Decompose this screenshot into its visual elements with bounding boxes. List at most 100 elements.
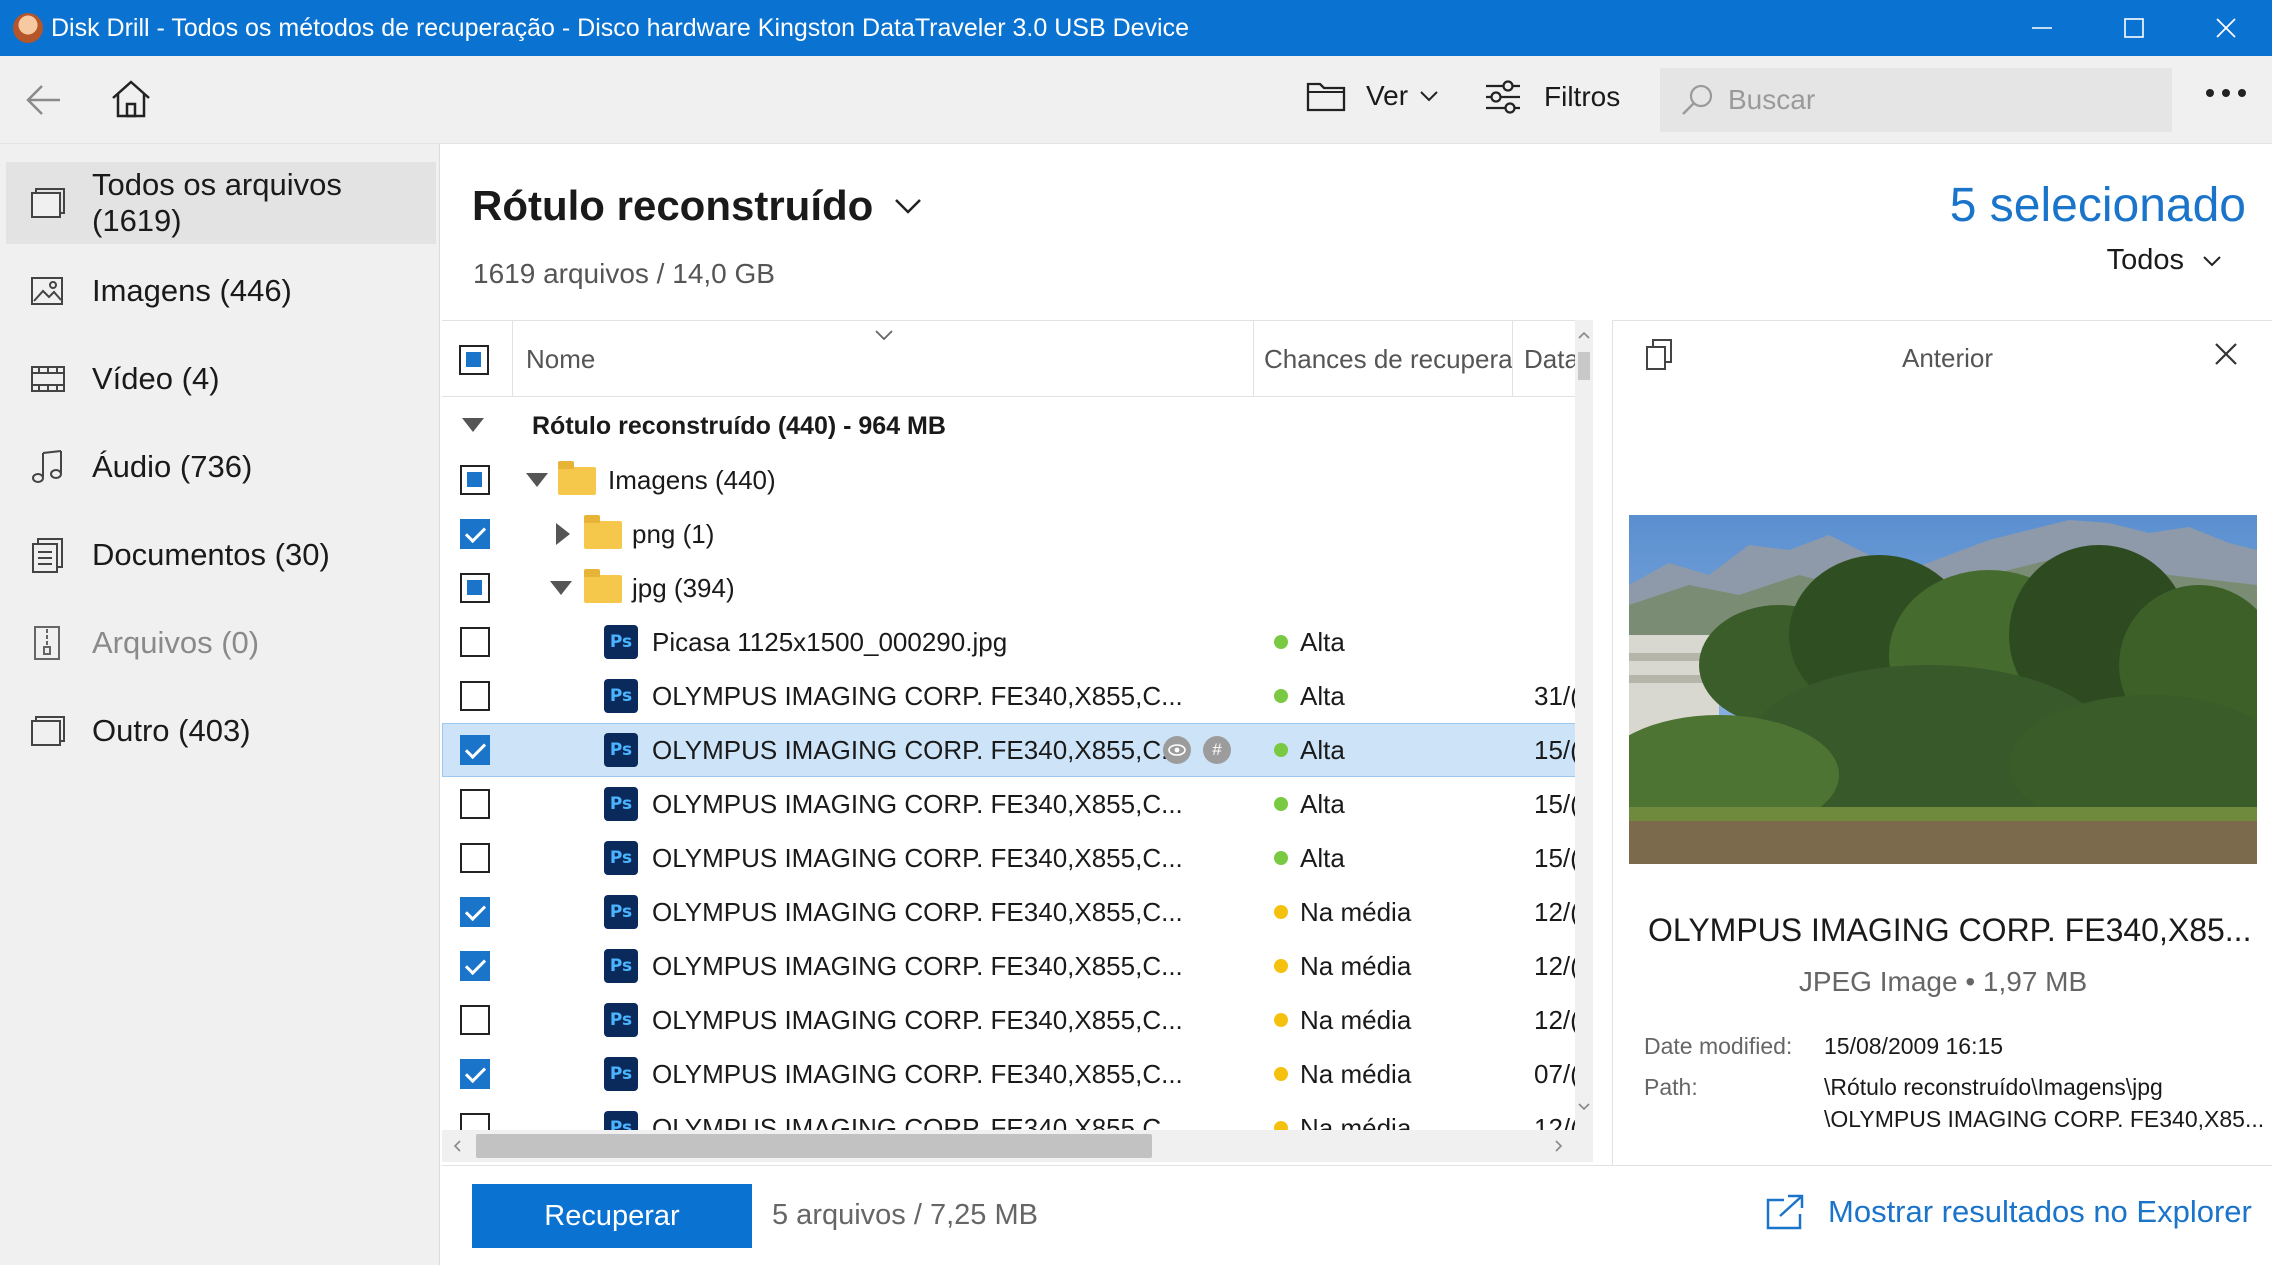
group-row[interactable]: Rótulo reconstruído (440) - 964 MB [442, 399, 1577, 453]
sidebar-item-documents[interactable]: Documentos (30) [6, 514, 436, 596]
copy-button[interactable] [1644, 338, 1674, 377]
file-name: OLYMPUS IMAGING CORP. FE340,X855,C... [652, 734, 1183, 765]
expand-triangle-icon[interactable] [556, 523, 570, 545]
show-in-explorer-link[interactable]: Mostrar resultados no Explorer [1766, 1194, 2252, 1230]
document-icon [32, 538, 63, 573]
view-menu-button[interactable]: Ver [1306, 78, 1440, 114]
file-date: 31/( [1534, 680, 1579, 711]
scroll-right-icon[interactable] [1552, 1137, 1566, 1155]
sidebar-item-label: Arquivos (0) [92, 625, 260, 660]
scroll-down-icon[interactable] [1575, 1100, 1593, 1114]
horizontal-scroll-thumb[interactable] [476, 1134, 1152, 1158]
sliders-icon [1486, 80, 1520, 114]
group-label: Rótulo reconstruído (440) - 964 MB [532, 411, 946, 440]
table-row[interactable]: Ps OLYMPUS IMAGING CORP. FE340,X855,C...… [442, 1047, 1579, 1101]
status-dot-icon [1274, 797, 1288, 811]
table-row[interactable]: Ps OLYMPUS IMAGING CORP. FE340,X855,C...… [442, 939, 1579, 993]
preview-eye-icon[interactable] [1163, 736, 1191, 764]
sidebar-item-label: Todos os arquivos (1619) [92, 167, 342, 238]
collapse-triangle-icon[interactable] [462, 418, 484, 432]
video-icon [31, 366, 65, 392]
sidebar-item-other[interactable]: Outro (403) [6, 690, 436, 772]
scroll-left-icon[interactable] [450, 1137, 464, 1155]
photoshop-file-icon: Ps [604, 895, 638, 929]
close-icon [2216, 18, 2236, 38]
preview-image [1629, 515, 2257, 864]
row-checkbox[interactable] [460, 465, 490, 495]
selection-filter-dropdown[interactable]: Todos [2107, 244, 2222, 277]
home-icon [112, 80, 150, 118]
search-icon [1682, 84, 1713, 115]
row-checkbox[interactable] [460, 1005, 490, 1035]
landscape-photo [1629, 515, 2257, 864]
row-checkbox[interactable] [460, 951, 490, 981]
table-row[interactable]: Ps OLYMPUS IMAGING CORP. FE340,X855,C...… [442, 885, 1579, 939]
row-checkbox[interactable] [460, 573, 490, 603]
recover-button[interactable]: Recuperar [472, 1184, 752, 1248]
maximize-button[interactable] [2088, 0, 2180, 56]
row-checkbox[interactable] [460, 843, 490, 873]
folder-row[interactable]: jpg (394) [442, 561, 1577, 615]
file-date: 15/( [1534, 788, 1579, 819]
back-button[interactable] [24, 80, 64, 120]
close-icon [2215, 343, 2237, 365]
folder-row[interactable]: png (1) [442, 507, 1577, 561]
scroll-up-icon[interactable] [1575, 328, 1593, 342]
table-row[interactable]: Ps OLYMPUS IMAGING CORP. FE340,X855,C...… [442, 831, 1579, 885]
title-bar: Disk Drill - Todos os métodos de recuper… [0, 0, 2272, 56]
explorer-link-label: Mostrar resultados no Explorer [1828, 1194, 2252, 1229]
row-checkbox[interactable] [460, 735, 490, 765]
page-subtitle: 1619 arquivos / 14,0 GB [473, 258, 775, 289]
page-title-dropdown[interactable]: Rótulo reconstruído [472, 182, 923, 230]
photoshop-file-icon: Ps [604, 949, 638, 983]
hex-view-icon[interactable]: # [1203, 736, 1231, 764]
vertical-scroll-thumb[interactable] [1578, 352, 1590, 380]
table-row[interactable]: Ps OLYMPUS IMAGING CORP. FE340,X855,C...… [442, 993, 1579, 1047]
minimize-button[interactable] [1996, 0, 2088, 56]
sidebar-item-archives[interactable]: Arquivos (0) [6, 602, 436, 684]
close-window-button[interactable] [2180, 0, 2272, 56]
search-input[interactable]: Buscar [1660, 68, 2172, 132]
file-table: Nome Chances de recupera Data Rótulo rec… [442, 320, 1592, 1162]
sidebar-item-audio[interactable]: Áudio (736) [6, 426, 436, 508]
sidebar-item-video[interactable]: Vídeo (4) [6, 338, 436, 420]
row-checkbox[interactable] [460, 681, 490, 711]
minimize-icon [2032, 27, 2052, 29]
filters-label: Filtros [1544, 81, 1621, 112]
table-row[interactable]: Ps OLYMPUS IMAGING CORP. FE340,X855,C...… [442, 669, 1579, 723]
sidebar-item-all-files[interactable]: Todos os arquivos (1619) [6, 162, 436, 244]
column-header-date[interactable]: Data [1524, 321, 1579, 397]
collapse-triangle-icon[interactable] [526, 473, 548, 487]
search-placeholder: Buscar [1728, 84, 1816, 115]
folder-label: jpg (394) [632, 572, 735, 603]
more-options-button[interactable] [2204, 86, 2248, 100]
photoshop-file-icon: Ps [604, 841, 638, 875]
filters-button[interactable]: Filtros [1484, 78, 1620, 116]
row-checkbox[interactable] [460, 789, 490, 819]
sidebar-item-images[interactable]: Imagens (446) [6, 250, 436, 332]
recovery-chance: Alta [1274, 723, 1345, 777]
table-row-selected[interactable]: Ps OLYMPUS IMAGING CORP. FE340,X855,C...… [442, 723, 1579, 777]
home-button[interactable] [110, 78, 152, 120]
row-checkbox[interactable] [460, 627, 490, 657]
column-header-chances[interactable]: Chances de recupera [1264, 321, 1513, 397]
photoshop-file-icon: Ps [604, 679, 638, 713]
collapse-triangle-icon[interactable] [550, 581, 572, 595]
recovery-chance: Na média [1274, 993, 1411, 1047]
sidebar-item-label: Documentos (30) [92, 537, 330, 572]
folder-label: png (1) [632, 518, 715, 549]
table-row[interactable]: Ps OLYMPUS IMAGING CORP. FE340,X855,C...… [442, 777, 1579, 831]
file-name: OLYMPUS IMAGING CORP. FE340,X855,C... [652, 842, 1183, 873]
chevron-down-icon [895, 199, 922, 214]
close-preview-button[interactable] [2214, 342, 2238, 371]
vertical-scrollbar[interactable] [1575, 320, 1593, 1162]
recovery-chance: Alta [1274, 831, 1345, 885]
row-checkbox[interactable] [460, 519, 490, 549]
recovery-chance: Na média [1274, 1047, 1411, 1101]
select-all-checkbox[interactable] [459, 345, 489, 375]
table-row[interactable]: Ps Picasa 1125x1500_000290.jpg Alta [442, 615, 1577, 669]
folder-row[interactable]: Imagens (440) [442, 453, 1577, 507]
row-checkbox[interactable] [460, 1059, 490, 1089]
row-checkbox[interactable] [460, 897, 490, 927]
sort-chevron-icon[interactable] [874, 329, 894, 341]
